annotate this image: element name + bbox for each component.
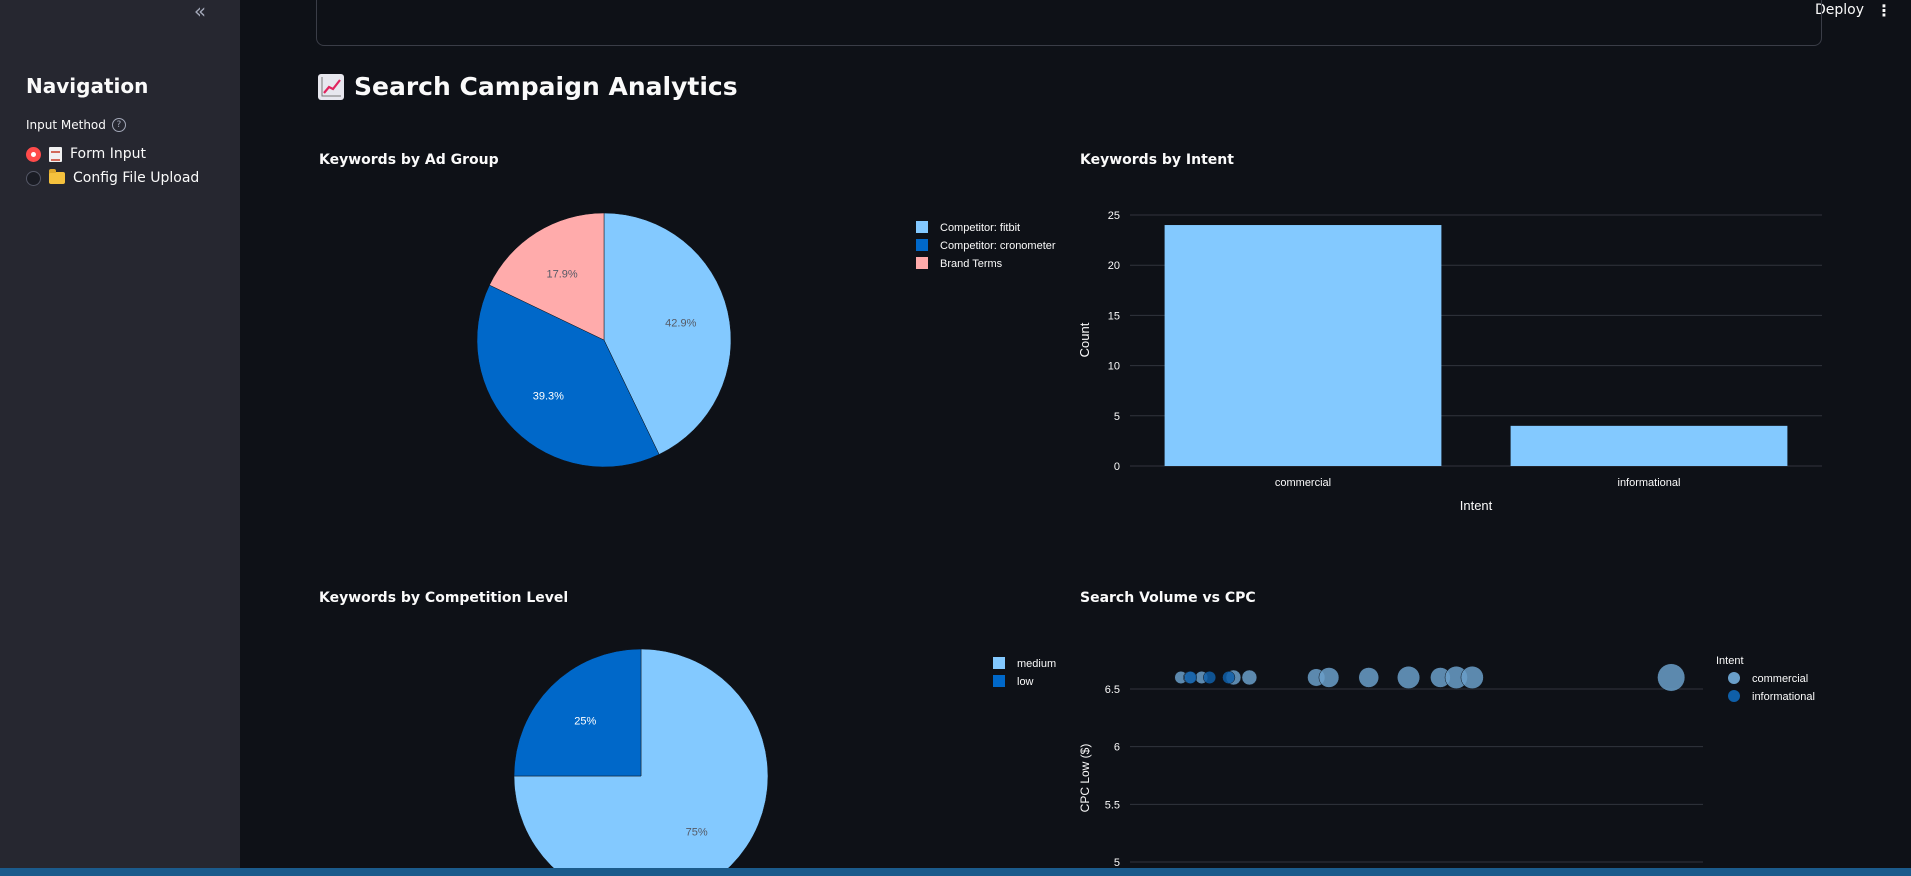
scatter-point [1397, 665, 1421, 689]
scatter-chart-volume-cpc: 55.566.5CPC Low ($)Intentcommercialinfor… [1078, 655, 1815, 869]
legend-label: commercial [1752, 673, 1808, 685]
scatter-point [1222, 670, 1236, 684]
y-tick-label: 5.5 [1105, 799, 1120, 811]
bottom-status-bar [0, 868, 1911, 876]
legend-label: informational [1752, 691, 1815, 703]
legend-title: Intent [1716, 655, 1744, 667]
legend-marker [1728, 690, 1740, 702]
scatter-point [1318, 667, 1340, 688]
scatter-point [1203, 670, 1217, 684]
scatter-point [1460, 665, 1484, 689]
scatter-point [1657, 663, 1686, 692]
scatter-point [1183, 670, 1197, 684]
scatter-point [1358, 667, 1379, 688]
legend-marker [1728, 672, 1740, 684]
y-tick-label: 6.5 [1105, 684, 1120, 696]
y-tick-label: 6 [1114, 742, 1120, 754]
y-axis-label: CPC Low ($) [1078, 744, 1092, 813]
scatter-point [1241, 669, 1258, 686]
